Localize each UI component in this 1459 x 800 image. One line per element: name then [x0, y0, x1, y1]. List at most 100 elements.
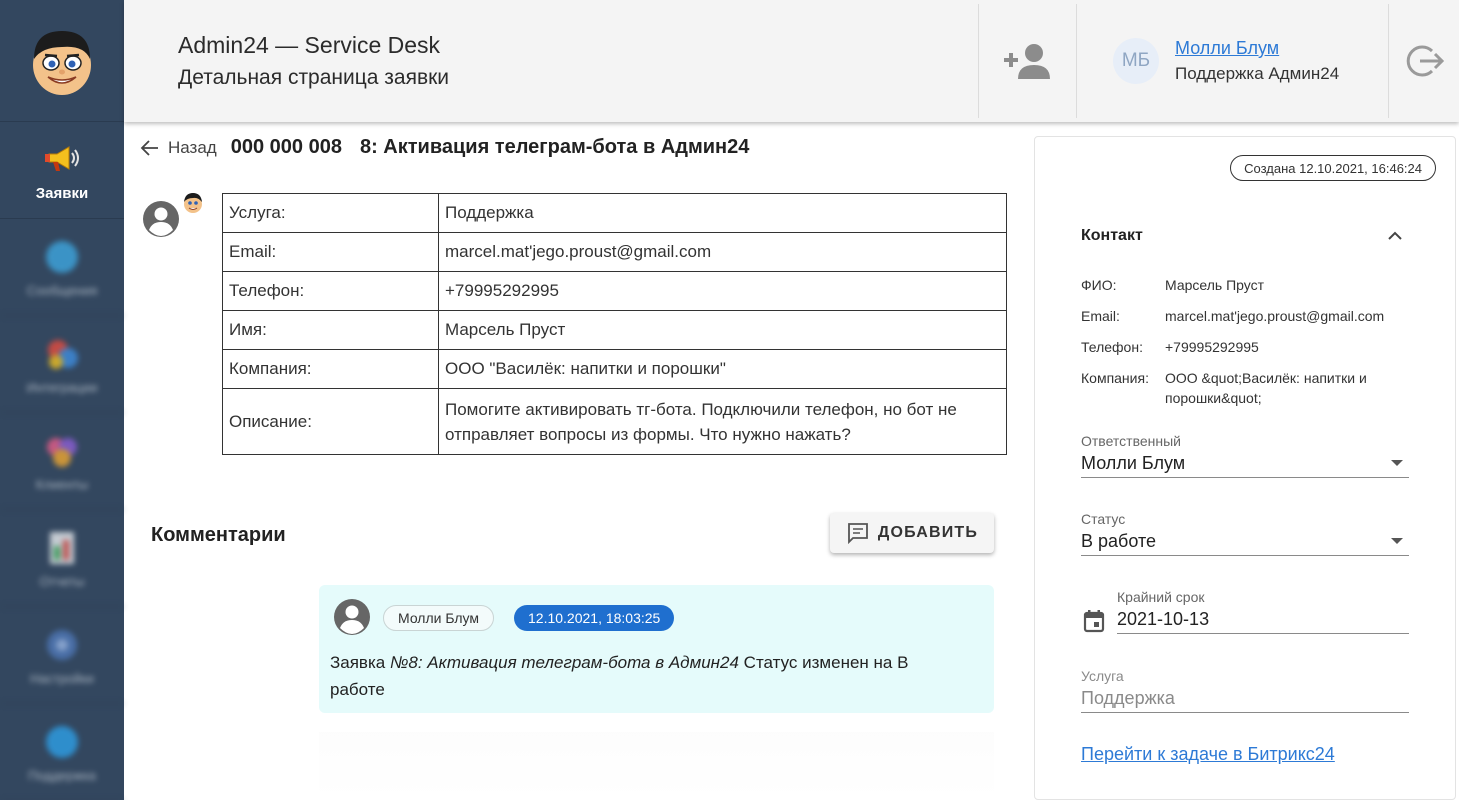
- table-row: Услуга: Поддержка: [222, 193, 1007, 233]
- ticket-info-table: Услуга: Поддержка Email: marcel.mat'jego…: [222, 193, 1007, 455]
- sidebar-item-integrations[interactable]: Интеграции: [0, 316, 124, 413]
- main-content: Назад 000 000 008 8: Активация телеграм-…: [124, 122, 1034, 800]
- deadline-value: 2021-10-13: [1117, 609, 1210, 629]
- created-badge: Создана 12.10.2021, 16:46:24: [1230, 155, 1436, 181]
- contact-row: Телефон: +79995292995: [1081, 339, 1411, 357]
- calendar-icon[interactable]: [1083, 609, 1105, 633]
- status-value: В работе: [1081, 531, 1157, 551]
- table-row: Имя: Марсель Пруст: [222, 310, 1007, 350]
- status-select[interactable]: Статус В работе: [1081, 511, 1409, 556]
- comments-title: Комментарии: [151, 524, 286, 546]
- user-avatar-icon: [334, 599, 370, 635]
- caret-down-icon: [1391, 538, 1403, 544]
- arrow-left-icon: [140, 139, 158, 156]
- comment-date-chip: 12.10.2021, 18:03:25: [514, 605, 675, 631]
- comment-ticket-ref: №8: Активация телеграм-бота в Админ24: [389, 653, 739, 672]
- back-label: Назад: [168, 137, 217, 157]
- sidebar-item-label: Настройки: [30, 670, 94, 686]
- smiley-avatar-logo: [33, 30, 91, 95]
- contact-row: Компания: ООО &quot;Василёк: напитки и п…: [1081, 370, 1411, 408]
- integrations-icon: [42, 334, 82, 374]
- sidebar-item-label: Сообщения: [26, 282, 98, 298]
- table-row: Email: marcel.mat'jego.proust@gmail.com: [222, 232, 1007, 272]
- sidebar-item-settings[interactable]: Настройки: [0, 607, 124, 704]
- sidebar-item-support[interactable]: Поддержка: [0, 704, 124, 800]
- table-value: Марсель Пруст: [438, 310, 1007, 350]
- responsible-value: Молли Блум: [1081, 453, 1186, 473]
- sidebar-item-label: Поддержка: [28, 767, 96, 783]
- table-key: Описание:: [222, 388, 439, 455]
- ticket-header: Назад 000 000 008 8: Активация телеграм-…: [140, 136, 749, 159]
- megaphone-icon: [42, 139, 82, 179]
- settings-icon: [42, 625, 82, 665]
- table-row: Телефон: +79995292995: [222, 271, 1007, 311]
- top-header: Admin24 — Service Desk Детальная страниц…: [124, 0, 1459, 122]
- contact-value: +79995292995: [1165, 339, 1259, 355]
- comment-card: Молли Блум 12.10.2021, 18:03:25 Заявка №…: [319, 585, 994, 713]
- requester-avatar-icon: [143, 201, 179, 237]
- logout-icon: [1406, 45, 1444, 77]
- sidebar-item-label: Интеграции: [26, 379, 98, 395]
- user-name-link[interactable]: Молли Блум: [1175, 35, 1339, 61]
- contact-value: marcel.mat'jego.proust@gmail.com: [1165, 308, 1385, 324]
- chevron-up-icon[interactable]: [1386, 227, 1404, 245]
- add-user-button[interactable]: [979, 0, 1076, 122]
- table-key: Имя:: [222, 310, 439, 350]
- sidebar-item-label: Клиенты: [35, 476, 89, 492]
- sidebar-item-tickets[interactable]: Заявки: [0, 122, 124, 219]
- sidebar: Заявки Сообщения Интеграции Клиенты Отче…: [0, 0, 124, 800]
- contact-row: ФИО: Марсель Пруст: [1081, 277, 1411, 295]
- sidebar-item-messages[interactable]: Сообщения: [0, 219, 124, 316]
- sidebar-item-reports[interactable]: Отчеты: [0, 510, 124, 607]
- responsible-label: Ответственный: [1081, 433, 1181, 449]
- contact-key: Компания:: [1081, 370, 1149, 386]
- comment-author-chip: Молли Блум: [383, 605, 495, 631]
- comment-text-prefix: Заявка: [330, 653, 390, 672]
- reports-icon: [42, 528, 82, 568]
- app-logo[interactable]: [0, 0, 124, 122]
- table-row: Компания: ООО "Василёк: напитки и порошк…: [222, 349, 1007, 389]
- bitrix-task-link[interactable]: Перейти к задаче в Битрикс24: [1081, 744, 1335, 765]
- ticket-number: 000 000 008: [230, 136, 342, 158]
- comment-text: Заявка №8: Активация телеграм-бота в Адм…: [330, 649, 950, 703]
- sidebar-item-label: Отчеты: [39, 573, 85, 589]
- back-button[interactable]: Назад: [140, 138, 217, 158]
- contact-info: ФИО: Марсель Пруст Email: marcel.mat'jeg…: [1081, 277, 1411, 421]
- table-key: Телефон:: [222, 271, 439, 311]
- table-value: marcel.mat'jego.proust@gmail.com: [438, 232, 1007, 272]
- service-field: Услуга Поддержка: [1081, 668, 1409, 713]
- table-row: Описание: Помогите активировать тг-бота.…: [222, 388, 1007, 455]
- table-key: Услуга:: [222, 193, 439, 233]
- service-value: Поддержка: [1081, 688, 1175, 708]
- contact-key: ФИО:: [1081, 277, 1117, 293]
- ticket-title: 8: Активация телеграм-бота в Админ24: [359, 136, 750, 158]
- deadline-label: Крайний срок: [1117, 589, 1205, 605]
- clients-icon: [42, 431, 82, 471]
- caret-down-icon: [1391, 460, 1403, 466]
- contact-key: Телефон:: [1081, 339, 1143, 355]
- contact-title: Контакт: [1081, 227, 1143, 244]
- status-label: Статус: [1081, 511, 1126, 527]
- contact-key: Email:: [1081, 308, 1120, 324]
- sidebar-item-clients[interactable]: Клиенты: [0, 413, 124, 510]
- table-value: Помогите активировать тг-бота. Подключил…: [438, 388, 1007, 455]
- table-value: +79995292995: [438, 271, 1007, 311]
- add-comment-button[interactable]: ДОБАВИТЬ: [830, 513, 994, 553]
- table-key: Email:: [222, 232, 439, 272]
- logout-button[interactable]: [1389, 0, 1459, 122]
- table-value: ООО "Василёк: напитки и порошки": [438, 349, 1007, 389]
- contact-value: ООО &quot;Василёк: напитки и порошки&quo…: [1165, 370, 1367, 406]
- table-value: Поддержка: [438, 193, 1007, 233]
- add-user-icon: [1003, 44, 1050, 79]
- deadline-field[interactable]: Крайний срок 2021-10-13: [1117, 589, 1409, 634]
- sidebar-item-label: Заявки: [35, 184, 89, 202]
- operator-photo-icon: [184, 193, 202, 213]
- page-subtitle: Детальная страница заявки: [178, 66, 450, 89]
- chat-icon: [42, 237, 82, 277]
- current-user: МБ Молли Блум Поддержка Админ24: [1077, 0, 1388, 122]
- responsible-select[interactable]: Ответственный Молли Блум: [1081, 433, 1409, 478]
- support-icon: [42, 722, 82, 762]
- add-comment-label: ДОБАВИТЬ: [877, 524, 979, 541]
- contact-row: Email: marcel.mat'jego.proust@gmail.com: [1081, 308, 1411, 326]
- avatar: МБ: [1113, 38, 1159, 84]
